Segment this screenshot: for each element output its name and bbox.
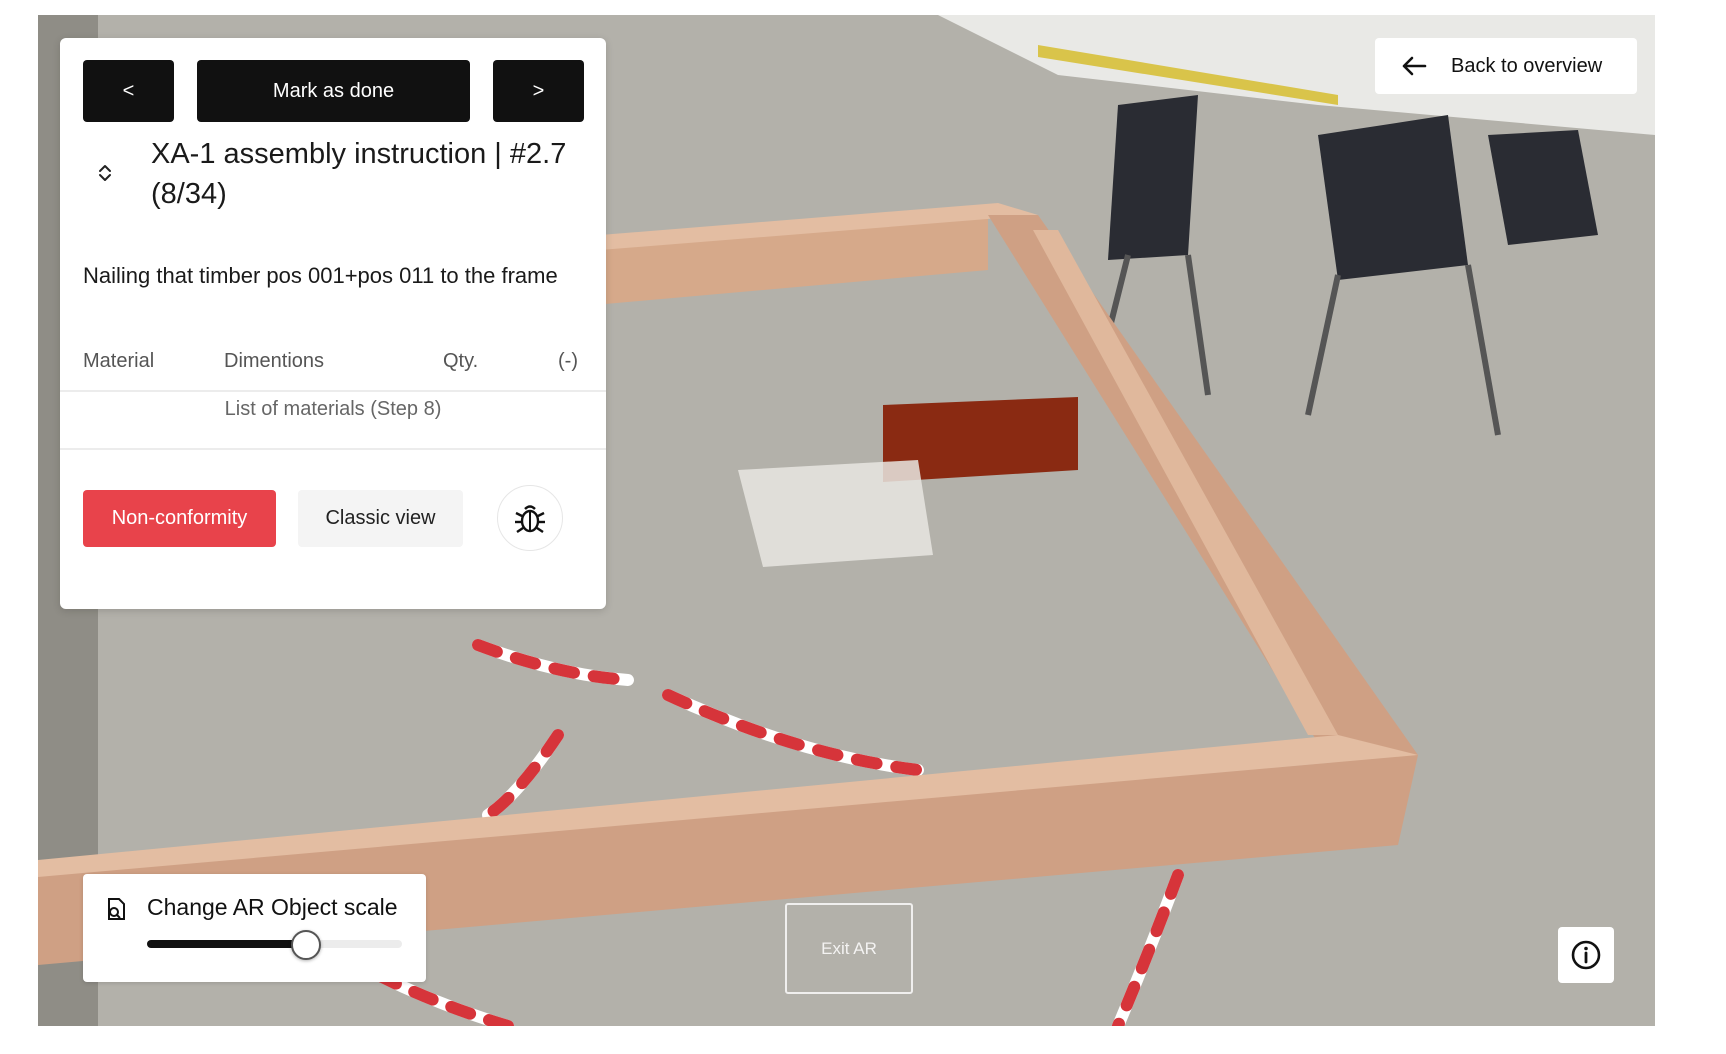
mark-as-done-button[interactable]: Mark as done	[197, 60, 470, 122]
scale-object-icon	[105, 897, 127, 926]
exit-ar-button[interactable]: Exit AR	[785, 903, 913, 994]
info-button[interactable]	[1558, 927, 1614, 983]
scale-label: Change AR Object scale	[147, 894, 398, 920]
arrow-left-icon	[1402, 56, 1427, 76]
back-to-overview-button[interactable]: Back to overview	[1375, 38, 1637, 94]
column-dimentions: Dimentions	[224, 350, 325, 372]
info-icon	[1571, 940, 1601, 970]
bug-icon	[515, 505, 545, 533]
previous-step-button[interactable]: <	[83, 60, 174, 122]
scale-slider-thumb[interactable]	[291, 930, 322, 960]
ghost-timber-piece	[738, 460, 933, 567]
back-to-overview-label: Back to overview	[1451, 54, 1603, 77]
instruction-title: XA-1 assembly instruction | #2.7 (8/34)	[151, 138, 567, 210]
column-quantity: Qty.	[443, 350, 479, 372]
instruction-panel: < Mark as done > XA-1 assembly instructi…	[60, 38, 606, 609]
scale-slider-track[interactable]	[147, 930, 402, 960]
next-step-button[interactable]: >	[493, 60, 584, 122]
chevron-up-down-icon[interactable]	[94, 162, 116, 184]
column-unit: (-)	[558, 350, 578, 372]
column-material: Material	[83, 350, 155, 372]
scale-slider-fill	[147, 940, 306, 948]
materials-table-header: Material Dimentions Qty. (-)	[60, 350, 606, 392]
non-conformity-button[interactable]: Non-conformity	[83, 490, 276, 547]
divider	[60, 448, 606, 450]
materials-caption: List of materials (Step 8)	[224, 398, 442, 420]
report-bug-button[interactable]	[497, 485, 563, 551]
instruction-description: Nailing that timber pos 001+pos 011 to t…	[83, 263, 558, 288]
classic-view-button[interactable]: Classic view	[298, 490, 463, 547]
scale-control: Change AR Object scale	[83, 874, 426, 982]
